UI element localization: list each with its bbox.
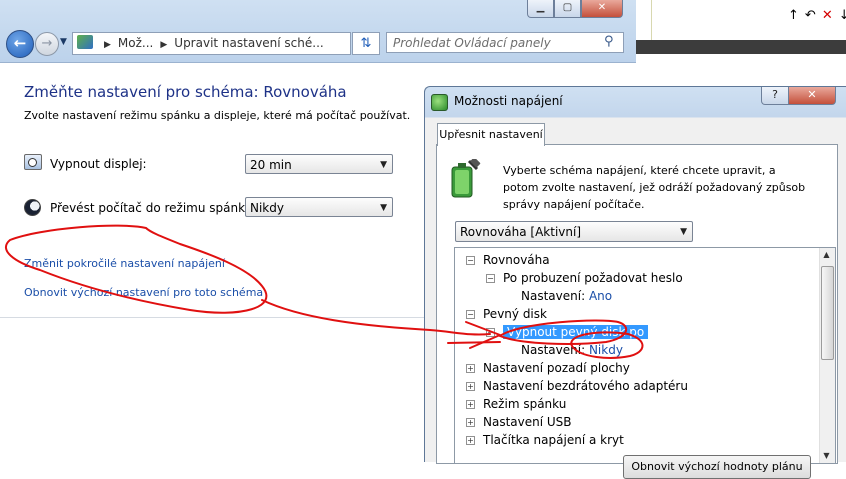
- display-off-label: Vypnout displej:: [50, 157, 147, 171]
- restore-defaults-link[interactable]: Obnovit výchozí nastavení pro toto schém…: [24, 286, 263, 299]
- expand-icon[interactable]: +: [466, 400, 475, 409]
- refresh-icon[interactable]: ⇅: [352, 32, 380, 55]
- expand-icon[interactable]: +: [466, 364, 475, 373]
- help-button[interactable]: ?: [761, 87, 789, 105]
- search-input[interactable]: Prohledat Ovládací panely: [386, 32, 624, 53]
- back-arrow-icon[interactable]: ←: [6, 30, 34, 58]
- tree-item-value[interactable]: Ano: [589, 289, 612, 303]
- tree-item-label: Pevný disk: [483, 307, 547, 321]
- close-icon[interactable]: ✕: [822, 8, 833, 23]
- breadcrumb-item[interactable]: Upravit nastavení sché...: [174, 36, 323, 50]
- scroll-up-icon[interactable]: ▲: [821, 250, 832, 259]
- tree-item-value[interactable]: Nikdy: [589, 343, 623, 357]
- history-dropdown-icon[interactable]: ▼: [60, 37, 67, 47]
- chevron-down-icon: ▼: [680, 227, 687, 237]
- settings-tree[interactable]: − Rovnováha − Po probuzení požadovat heslo…: [454, 247, 836, 464]
- address-bar[interactable]: ▶ Mož... ▶ Upravit nastavení sché...: [72, 32, 351, 55]
- tree-item-label: Nastavení USB: [483, 415, 572, 429]
- tree-item-sleep[interactable]: + Režim spánku: [466, 395, 566, 413]
- restore-plan-defaults-button[interactable]: Obnovit výchozí hodnoty plánu: [623, 455, 811, 479]
- maximize-button[interactable]: ▢: [554, 0, 581, 18]
- expand-icon[interactable]: +: [466, 436, 475, 445]
- arrow-down-icon[interactable]: ↓: [839, 8, 846, 23]
- tree-item-hard-disk[interactable]: − Pevný disk: [466, 305, 547, 323]
- minimize-button[interactable]: ▁: [527, 0, 554, 18]
- tree-item-label: Nastavení pozadí plochy: [483, 361, 630, 375]
- sleep-label: Převést počítač do režimu spánku:: [50, 201, 257, 215]
- tree-item-setting[interactable]: Nastavení: Ano: [521, 287, 612, 305]
- page-title: Změňte nastavení pro schéma: Rovnováha: [24, 83, 347, 101]
- scrollbar-thumb[interactable]: [821, 266, 834, 360]
- moon-icon: [24, 199, 41, 216]
- undo-arrow-icon[interactable]: ↶: [805, 8, 816, 23]
- sleep-select[interactable]: Nikdy ▼: [245, 197, 393, 217]
- tree-item-label: Po probuzení požadovat heslo: [503, 271, 683, 285]
- tab-advanced-settings[interactable]: Upřesnit nastavení: [437, 123, 545, 146]
- scheme-value: Rovnováha [Aktivní]: [460, 225, 582, 239]
- power-options-dialog: Možnosti napájení ? ✕ Upřesnit nastavení…: [424, 86, 846, 479]
- search-icon[interactable]: ⚲: [604, 34, 620, 50]
- tree-item-password[interactable]: − Po probuzení požadovat heslo: [486, 269, 683, 287]
- caption-buttons: ▁ ▢ ✕: [527, 0, 623, 18]
- expand-icon[interactable]: +: [466, 382, 475, 391]
- breadcrumb-chevron-icon[interactable]: ▶: [104, 40, 111, 50]
- scheme-select[interactable]: Rovnováha [Aktivní] ▼: [455, 221, 693, 242]
- page-subtitle: Zvolte nastavení režimu spánku a displej…: [24, 109, 411, 122]
- chevron-down-icon: ▼: [380, 203, 387, 213]
- tree-item-label-selected: Vypnout pevný disk po: [503, 325, 649, 339]
- tree-item-rovnovaha[interactable]: − Rovnováha: [466, 251, 550, 269]
- tree-item-label: Nastavení:: [521, 343, 586, 357]
- tree-item-disk-off[interactable]: − Vypnout pevný disk po: [486, 323, 649, 341]
- collapse-icon[interactable]: −: [486, 274, 495, 283]
- tree-item-power-buttons[interactable]: + Tlačítka napájení a kryt: [466, 431, 624, 449]
- display-clock-icon: [24, 154, 42, 170]
- background-divider: [651, 0, 652, 40]
- battery-plug-icon: [451, 159, 481, 198]
- power-options-icon: [431, 94, 448, 111]
- dialog-description: Vyberte schéma napájení, které chcete up…: [503, 164, 806, 211]
- tree-item-label: Nastavení:: [521, 289, 586, 303]
- collapse-icon[interactable]: −: [466, 256, 475, 265]
- background-toolbar-icons: ↑ ↶ ✕ ↓: [788, 8, 846, 23]
- collapse-icon[interactable]: −: [486, 328, 495, 337]
- collapse-icon[interactable]: −: [466, 310, 475, 319]
- forward-arrow-icon[interactable]: →: [35, 32, 59, 56]
- tree-item-label: Rovnováha: [483, 253, 550, 267]
- dialog-title: Možnosti napájení: [454, 94, 563, 108]
- chevron-down-icon: ▼: [380, 160, 387, 170]
- expand-icon[interactable]: +: [466, 418, 475, 427]
- tree-item-desktop-bg[interactable]: + Nastavení pozadí plochy: [466, 359, 630, 377]
- tree-item-label: Nastavení bezdrátového adaptéru: [483, 379, 688, 393]
- advanced-settings-link[interactable]: Změnit pokročilé nastavení napájení: [24, 257, 225, 270]
- display-off-select[interactable]: 20 min ▼: [245, 154, 393, 174]
- display-off-value: 20 min: [250, 158, 292, 172]
- tree-item-setting[interactable]: Nastavení: Nikdy: [521, 341, 623, 359]
- close-button[interactable]: ✕: [581, 0, 623, 18]
- tree-item-wireless[interactable]: + Nastavení bezdrátového adaptéru: [466, 377, 688, 395]
- tree-item-label: Tlačítka napájení a kryt: [483, 433, 624, 447]
- tree-item-label: Režim spánku: [483, 397, 567, 411]
- sleep-value: Nikdy: [250, 201, 284, 215]
- tree-item-usb[interactable]: + Nastavení USB: [466, 413, 572, 431]
- breadcrumb-item[interactable]: Mož...: [118, 36, 153, 50]
- control-panel-icon: [77, 35, 93, 49]
- breadcrumb-chevron-icon[interactable]: ▶: [160, 40, 167, 50]
- arrow-up-icon[interactable]: ↑: [788, 8, 799, 23]
- scroll-down-icon[interactable]: ▼: [821, 451, 832, 460]
- close-button[interactable]: ✕: [788, 87, 836, 105]
- background-toolbar: [636, 40, 846, 54]
